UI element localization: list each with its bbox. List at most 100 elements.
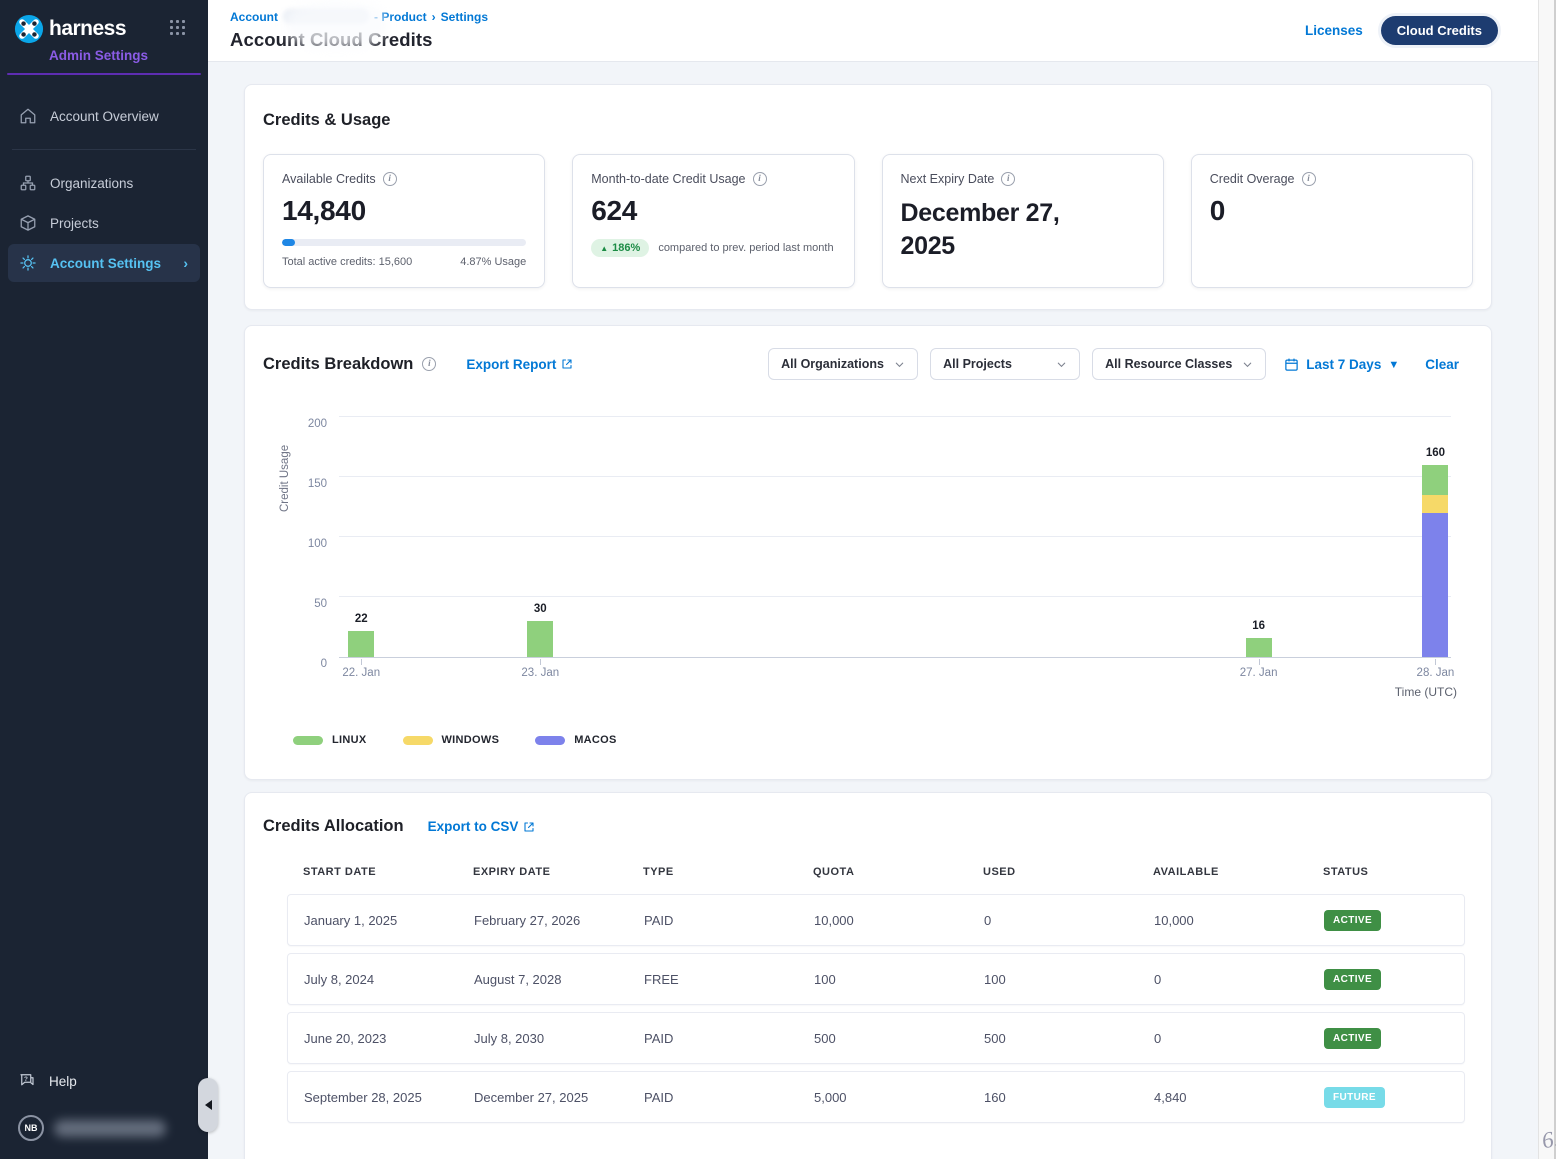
column-header-start-date: START DATE [287,866,457,878]
chart-gridline [339,596,1451,597]
x-tick-mark [1435,659,1436,665]
stat-label: Available Credits [282,172,376,186]
legend-item-windows[interactable]: WINDOWS [403,734,500,746]
breadcrumb-settings-link[interactable]: Settings [441,10,488,24]
credits-breakdown-section: Credits Breakdown i Export Report All Or… [244,325,1492,780]
date-range-picker[interactable]: Last 7 Days ▼ [1284,357,1399,372]
y-tick-label: 200 [308,418,327,430]
user-row[interactable]: NB [0,1101,208,1145]
bar-segment-linux[interactable] [1422,465,1448,495]
sidebar-item-organizations[interactable]: Organizations [8,164,200,202]
bar-segment-linux[interactable] [348,631,374,657]
organizations-filter-select[interactable]: All Organizations [768,348,918,380]
export-report-link[interactable]: Export Report [466,357,573,372]
cell-available: 0 [1138,972,1308,987]
cloud-credits-button[interactable]: Cloud Credits [1381,16,1498,45]
cell-start_date: September 28, 2025 [288,1090,458,1105]
next-expiry-card: Next Expiry Date i December 27, 2025 [882,154,1164,288]
sidebar-item-account-settings[interactable]: Account Settings › [8,244,200,282]
licenses-link[interactable]: Licenses [1305,23,1363,38]
brand-underline [7,73,201,75]
bar-segment-linux[interactable] [1246,638,1272,657]
chart-bar [348,631,374,657]
main-content: Credits & Usage Available Credits i 14,8… [208,62,1538,1159]
breadcrumb-product-link[interactable]: - Product [374,10,427,24]
legend-item-macos[interactable]: MACOS [535,734,616,746]
sidebar-item-label: Account Overview [50,109,159,124]
avatar[interactable]: NB [18,1115,44,1141]
resource-classes-filter-select[interactable]: All Resource Classes [1092,348,1266,380]
sidebar-item-label: Organizations [50,176,133,191]
help-label: Help [49,1074,77,1089]
x-tick-mark [540,659,541,665]
allocation-table: START DATEEXPIRY DATETYPEQUOTAUSEDAVAILA… [287,866,1465,1123]
cell-type: PAID [628,1031,798,1046]
chart-gridline [339,476,1451,477]
bar-segment-windows[interactable] [1422,495,1448,513]
stat-label: Credit Overage [1210,172,1295,186]
y-axis-label: Credit Usage [279,445,291,512]
svg-text:?: ? [24,1076,28,1083]
sidebar-collapse-handle[interactable] [198,1078,218,1132]
cell-used: 160 [968,1090,1138,1105]
arrow-up-icon: ▲ [600,244,608,253]
bar-segment-linux[interactable] [527,621,553,657]
scrollbar[interactable] [1538,0,1556,1159]
user-name-redacted [54,1120,166,1137]
module-subtitle: Admin Settings [49,48,208,63]
harness-logo-icon[interactable] [14,14,44,44]
x-tick-mark [361,659,362,665]
cell-status: ACTIVE [1308,1028,1464,1049]
bar-total-label: 16 [1252,620,1265,632]
export-csv-link[interactable]: Export to CSV [428,819,536,834]
info-icon[interactable]: i [1302,172,1316,186]
credit-overage-value: 0 [1210,195,1454,227]
sidebar-item-account-overview[interactable]: Account Overview [8,97,200,135]
bar-total-label: 160 [1426,447,1445,459]
chart-legend: LINUX WINDOWS MACOS [293,734,1473,746]
available-credits-card: Available Credits i 14,840 Total active … [263,154,545,288]
table-body: January 1, 2025February 27, 2026PAID10,0… [287,894,1465,1123]
legend-label: WINDOWS [442,734,500,746]
sidebar-nav: Account Overview Organizations Pr [0,97,208,282]
projects-filter-select[interactable]: All Projects [930,348,1080,380]
chevron-right-icon: › [183,255,188,271]
cell-status: ACTIVE [1308,910,1464,931]
status-badge: ACTIVE [1324,910,1381,931]
y-tick-label: 100 [308,538,327,550]
cell-status: ACTIVE [1308,969,1464,990]
breakdown-header: Credits Breakdown i Export Report All Or… [263,348,1473,380]
column-header-type: TYPE [627,866,797,878]
breadcrumb-account-link[interactable]: Account [230,10,278,24]
bar-total-label: 30 [534,603,547,615]
cell-quota: 500 [798,1031,968,1046]
clear-filters-link[interactable]: Clear [1425,357,1459,372]
column-header-available: AVAILABLE [1137,866,1307,878]
help-button[interactable]: ? Help [0,1061,208,1101]
app-grid-icon[interactable] [170,20,186,36]
info-icon[interactable]: i [753,172,767,186]
x-tick-label: 23. Jan [521,667,559,679]
chart-bar [1246,638,1272,657]
table-row: June 20, 2023July 8, 2030PAID5005000ACTI… [287,1012,1465,1064]
cell-status: FUTURE [1308,1087,1464,1108]
info-icon[interactable]: i [1001,172,1015,186]
x-tick-label: 22. Jan [342,667,380,679]
credits-usage-section: Credits & Usage Available Credits i 14,8… [244,84,1492,310]
info-icon[interactable]: i [422,357,436,371]
y-tick-label: 150 [308,478,327,490]
stat-cards-row: Available Credits i 14,840 Total active … [263,154,1473,288]
info-icon[interactable]: i [383,172,397,186]
sidebar-item-projects[interactable]: Projects [8,204,200,242]
sidebar-item-label: Projects [50,216,99,231]
sidebar-bottom: ? Help NB [0,1061,208,1159]
cell-used: 0 [968,913,1138,928]
cell-expiry_date: July 8, 2030 [458,1031,628,1046]
external-link-icon [561,358,573,370]
status-badge: ACTIVE [1324,969,1381,990]
bar-segment-macos[interactable] [1422,513,1448,657]
legend-swatch [403,736,433,745]
cell-used: 100 [968,972,1138,987]
legend-item-linux[interactable]: LINUX [293,734,367,746]
credits-breakdown-chart: Credit Usage 05010015020022. Jan2223. Ja… [263,402,1473,704]
